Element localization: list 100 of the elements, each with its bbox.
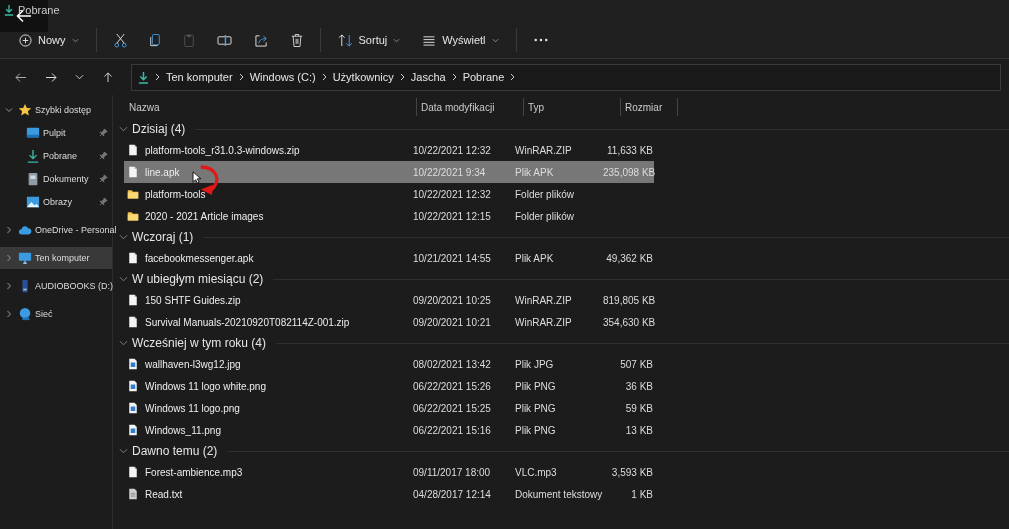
group-header: W ubiegłym miesiącu (2) — [132, 272, 264, 286]
cursor-icon — [192, 171, 201, 184]
chevron-right-icon — [399, 73, 405, 81]
sidebar-item[interactable]: Ten komputer — [0, 247, 112, 269]
file-row[interactable]: 2020 - 2021 Article images 10/22/2021 12:15 Folder plików — [124, 205, 654, 227]
sidebar-item[interactable]: Dokumenty — [0, 167, 112, 190]
file-row[interactable]: 150 SHTF Guides.zip 09/20/2021 10:25 WinRAR.ZIP 819,805 KB — [124, 289, 654, 311]
pin-icon[interactable] — [99, 174, 108, 183]
chevron-icon[interactable] — [5, 282, 13, 290]
size-cell: 354,630 KB — [603, 316, 656, 328]
file-row[interactable]: Windows_11.png 06/22/2021 15:16 Plik PNG 13 KB — [124, 419, 654, 441]
view-button[interactable]: Wyświetl — [413, 30, 508, 50]
chevron-icon[interactable] — [5, 106, 13, 114]
file-row[interactable]: platform-tools_r31.0.3-windows.zip 10/22/2021 12:32 WinRAR.ZIP 11,633 KB — [124, 139, 654, 161]
date-cell-text: 06/22/2021 15:25 — [412, 402, 492, 414]
list-lines-icon — [422, 34, 437, 46]
file-icon — [127, 316, 139, 328]
size-cell: 59 KB — [625, 402, 653, 414]
file-name: platform-tools — [145, 188, 206, 200]
sidebar-item[interactable]: Szybki dostęp — [0, 99, 112, 121]
column-header[interactable]: Typ — [523, 98, 620, 116]
chevron-icon[interactable] — [5, 310, 13, 318]
sidebar-item[interactable]: Pulpit — [0, 121, 112, 144]
pin-icon[interactable] — [99, 151, 108, 160]
copy-icon — [148, 32, 161, 48]
chevron-icon[interactable] — [5, 254, 13, 262]
date-cell-text: 09/11/2017 18:00 — [412, 466, 492, 478]
chevron-down-icon[interactable] — [119, 340, 128, 346]
chevron-right-icon — [155, 73, 160, 81]
date-cell-text: 10/22/2021 12:32 — [412, 144, 492, 156]
star-icon — [18, 103, 32, 117]
new-button[interactable]: Nowy — [10, 29, 88, 51]
column-header[interactable]: Data modyfikacji — [416, 98, 523, 116]
date-cell-text: 10/21/2021 14:55 — [412, 252, 492, 264]
file-row[interactable]: Read.txt 04/28/2017 12:14 Dokument tekstowy 1 KB — [124, 483, 654, 505]
file-row[interactable]: platform-tools 10/22/2021 12:32 Folder plików — [124, 183, 654, 205]
group-header: Dzisiaj (4) — [132, 122, 186, 136]
breadcrumb-item[interactable]: Ten komputer — [166, 71, 233, 83]
desktop-icon — [26, 125, 40, 140]
caret-icon — [71, 37, 79, 43]
file-icon — [127, 466, 139, 478]
share-icon — [253, 33, 269, 47]
sidebar-item[interactable]: AUDIOBOOKS (D:) — [0, 275, 112, 297]
size-cell: 3,593 KB — [611, 466, 653, 478]
sidebar-item[interactable]: Obrazy — [0, 190, 112, 213]
file-row[interactable]: Windows 11 logo.png 06/22/2021 15:25 Plik PNG 59 KB — [124, 397, 654, 419]
chevron-right-icon — [321, 73, 327, 81]
type-cell-text: Folder plików — [514, 188, 575, 200]
breadcrumb-item[interactable]: Windows (C:) — [249, 71, 316, 83]
column-header[interactable]: Rozmiar — [620, 98, 678, 116]
type-cell-text: WinRAR.ZIP — [514, 316, 573, 328]
address-bar[interactable]: Ten komputer Windows (C:) Użytkownicy Jascha Pobrane — [131, 63, 1001, 91]
file-name: platform-tools_r31.0.3-windows.zip — [145, 144, 300, 156]
file-row[interactable]: Survival Manuals-20210920T082114Z-001.zip 09/20/2021 10:21 WinRAR.ZIP 354,630 KB — [124, 311, 654, 333]
sort-button[interactable]: Sortuj — [328, 29, 410, 51]
file-name: facebookmessenger.apk — [145, 252, 254, 264]
monitor-icon — [18, 251, 32, 265]
file-icon — [127, 144, 139, 156]
breadcrumb-item[interactable]: Użytkownicy — [332, 71, 394, 83]
up-arrow-icon[interactable] — [102, 71, 114, 83]
file-icon — [127, 252, 139, 264]
pin-icon[interactable] — [99, 128, 108, 137]
size-cell: 13 KB — [625, 424, 653, 436]
chevron-right-icon — [510, 73, 516, 81]
type-cell-text: Plik PNG — [514, 402, 557, 414]
file-name: 2020 - 2021 Article images — [145, 210, 264, 222]
file-row[interactable]: facebookmessenger.apk 10/21/2021 14:55 Plik APK 49,362 KB — [124, 247, 654, 269]
date-cell-text: 10/22/2021 9:34 — [412, 166, 487, 178]
chevron-down-icon[interactable] — [119, 126, 128, 132]
chevron-icon[interactable] — [5, 226, 13, 234]
chevron-down-icon[interactable] — [119, 276, 128, 282]
chevron-right-icon — [451, 73, 457, 81]
date-cell-text: 06/22/2021 15:26 — [412, 380, 492, 392]
file-row[interactable]: Forest-ambience.mp3 09/11/2017 18:00 VLC.mp3 3,593 KB — [124, 461, 654, 483]
file-row[interactable]: Windows 11 logo white.png 06/22/2021 15:26 Plik PNG 36 KB — [124, 375, 654, 397]
chevron-down-icon[interactable] — [119, 448, 128, 454]
type-cell-text: Plik APK — [514, 252, 555, 264]
forward-arrow-icon[interactable] — [45, 71, 57, 83]
breadcrumb-item[interactable]: Jascha — [410, 71, 446, 83]
picture-icon — [26, 194, 40, 209]
more-dots-icon — [533, 38, 548, 42]
file-row[interactable]: wallhaven-l3wg12.jpg 08/02/2021 13:42 Plik JPG 507 KB — [124, 353, 654, 375]
scissors-icon — [113, 32, 127, 48]
type-cell-text: Plik PNG — [514, 380, 557, 392]
pin-icon[interactable] — [99, 197, 108, 206]
group-header: Dawno temu (2) — [132, 444, 218, 458]
type-cell-text: WinRAR.ZIP — [514, 294, 573, 306]
file-name: Windows_11.png — [145, 424, 221, 436]
date-cell-text: 09/20/2021 10:25 — [412, 294, 492, 306]
sidebar-item[interactable]: Pobrane — [0, 144, 112, 167]
column-header[interactable]: Nazwa — [119, 101, 416, 113]
chevron-down-icon[interactable] — [119, 234, 128, 240]
back-arrow-icon[interactable] — [15, 71, 27, 83]
size-cell: 36 KB — [625, 380, 653, 392]
type-cell-text: WinRAR.ZIP — [514, 144, 573, 156]
breadcrumb-item[interactable]: Pobrane — [462, 71, 505, 83]
trash-icon — [290, 32, 303, 48]
file-name: line.apk — [145, 166, 180, 178]
sidebar-item[interactable]: Sieć — [0, 303, 112, 325]
file-icon — [127, 166, 139, 178]
